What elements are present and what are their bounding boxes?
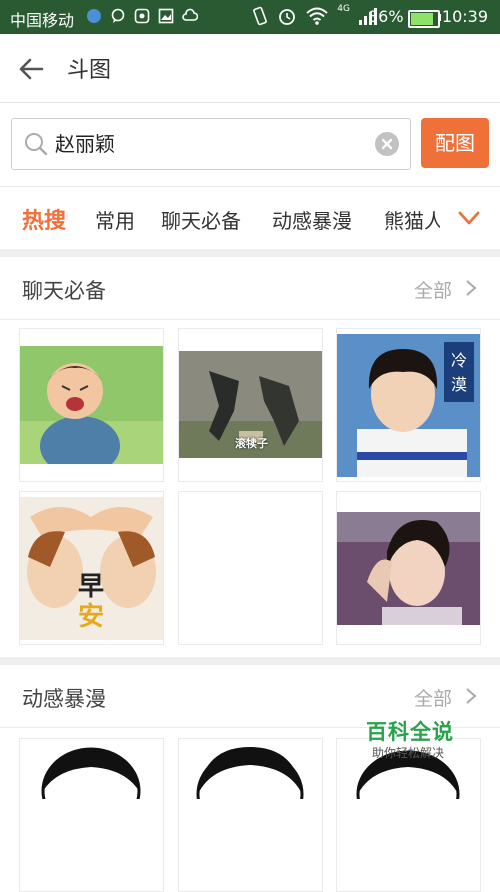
sticker-item[interactable]: 冷 漠 <box>336 328 481 482</box>
vibrate-icon <box>253 6 268 26</box>
sticker-item[interactable] <box>336 491 481 645</box>
battery-icon <box>408 10 440 28</box>
search-icon <box>25 133 48 156</box>
back-arrow-icon[interactable] <box>16 54 46 84</box>
chevron-down-icon <box>458 211 480 225</box>
sticker-image: 早 安 <box>20 497 163 640</box>
watermark-subtitle: 助你轻松解决 <box>372 746 445 760</box>
notification-icons <box>86 8 198 24</box>
sticker-image <box>20 346 163 464</box>
app-header: 斗图 <box>0 34 500 103</box>
network-type: 4G <box>337 4 350 14</box>
clear-search-button[interactable] <box>375 132 399 156</box>
sticker-item[interactable] <box>19 328 164 482</box>
status-bar: 中国移动 4G 86% 10:39 <box>0 0 500 34</box>
chevron-right-icon[interactable] <box>464 686 478 706</box>
sticker-caption: 滚犊子 <box>235 437 268 450</box>
gallery-icon <box>158 8 174 24</box>
clock: 10:39 <box>441 7 488 26</box>
sticker-item[interactable] <box>178 738 323 892</box>
sticker-grid: 滚犊子 冷 漠 早 安 <box>0 320 500 655</box>
chevron-right-icon[interactable] <box>464 278 478 298</box>
search-bar: 配图 <box>0 103 500 185</box>
sticker-item[interactable]: 早 安 <box>19 491 164 645</box>
sticker-image <box>337 512 480 625</box>
match-picture-button[interactable]: 配图 <box>421 118 489 168</box>
section-title: 动感暴漫 <box>22 687 106 711</box>
sticker-image <box>41 747 141 799</box>
tab-hot[interactable]: 热搜 <box>22 203 66 235</box>
wifi-icon <box>306 7 328 25</box>
system-icons: 4G <box>251 4 378 26</box>
see-all-link[interactable]: 全部 <box>414 276 452 303</box>
svg-text:冷: 冷 <box>451 351 467 370</box>
alarm-icon <box>279 9 296 25</box>
sticker-item[interactable]: 滚犊子 <box>178 328 323 482</box>
tab-chat[interactable]: 聊天必备 <box>161 205 241 234</box>
close-icon <box>381 138 393 150</box>
see-all-link[interactable]: 全部 <box>414 684 452 711</box>
battery-fill <box>411 13 433 25</box>
tab-comic[interactable]: 动感暴漫 <box>272 205 352 234</box>
app-icon <box>134 8 150 24</box>
page-title: 斗图 <box>67 58 112 83</box>
divider <box>0 657 500 665</box>
svg-text:漠: 漠 <box>451 375 467 394</box>
svg-text:早: 早 <box>78 572 104 602</box>
watermark-logo: 百科全说 助你轻松解决 <box>366 716 486 764</box>
search-field[interactable] <box>11 118 411 170</box>
svg-text:安: 安 <box>78 602 104 632</box>
weather-icon <box>182 8 198 21</box>
more-tabs-button[interactable] <box>440 187 500 249</box>
sticker-item[interactable] <box>19 738 164 892</box>
sticker-image <box>196 747 304 799</box>
battery-percent: 86% <box>368 7 404 26</box>
divider <box>0 249 500 257</box>
carrier-label: 中国移动 <box>10 11 75 30</box>
sticker-image: 冷 漠 <box>337 334 480 477</box>
battery-tip <box>438 14 441 21</box>
section-title: 聊天必备 <box>22 279 106 303</box>
search-input[interactable] <box>55 131 355 154</box>
tab-panda[interactable]: 熊猫人 <box>384 205 444 234</box>
category-tabs: 热搜 常用 聊天必备 动感暴漫 熊猫人 <box>0 186 500 250</box>
chat-icon <box>111 8 125 23</box>
watermark-title: 百科全说 <box>366 720 454 744</box>
globe-icon <box>87 9 101 23</box>
section-header: 聊天必备 全部 <box>0 257 500 320</box>
sticker-item[interactable] <box>178 491 323 645</box>
tab-common[interactable]: 常用 <box>95 205 135 234</box>
